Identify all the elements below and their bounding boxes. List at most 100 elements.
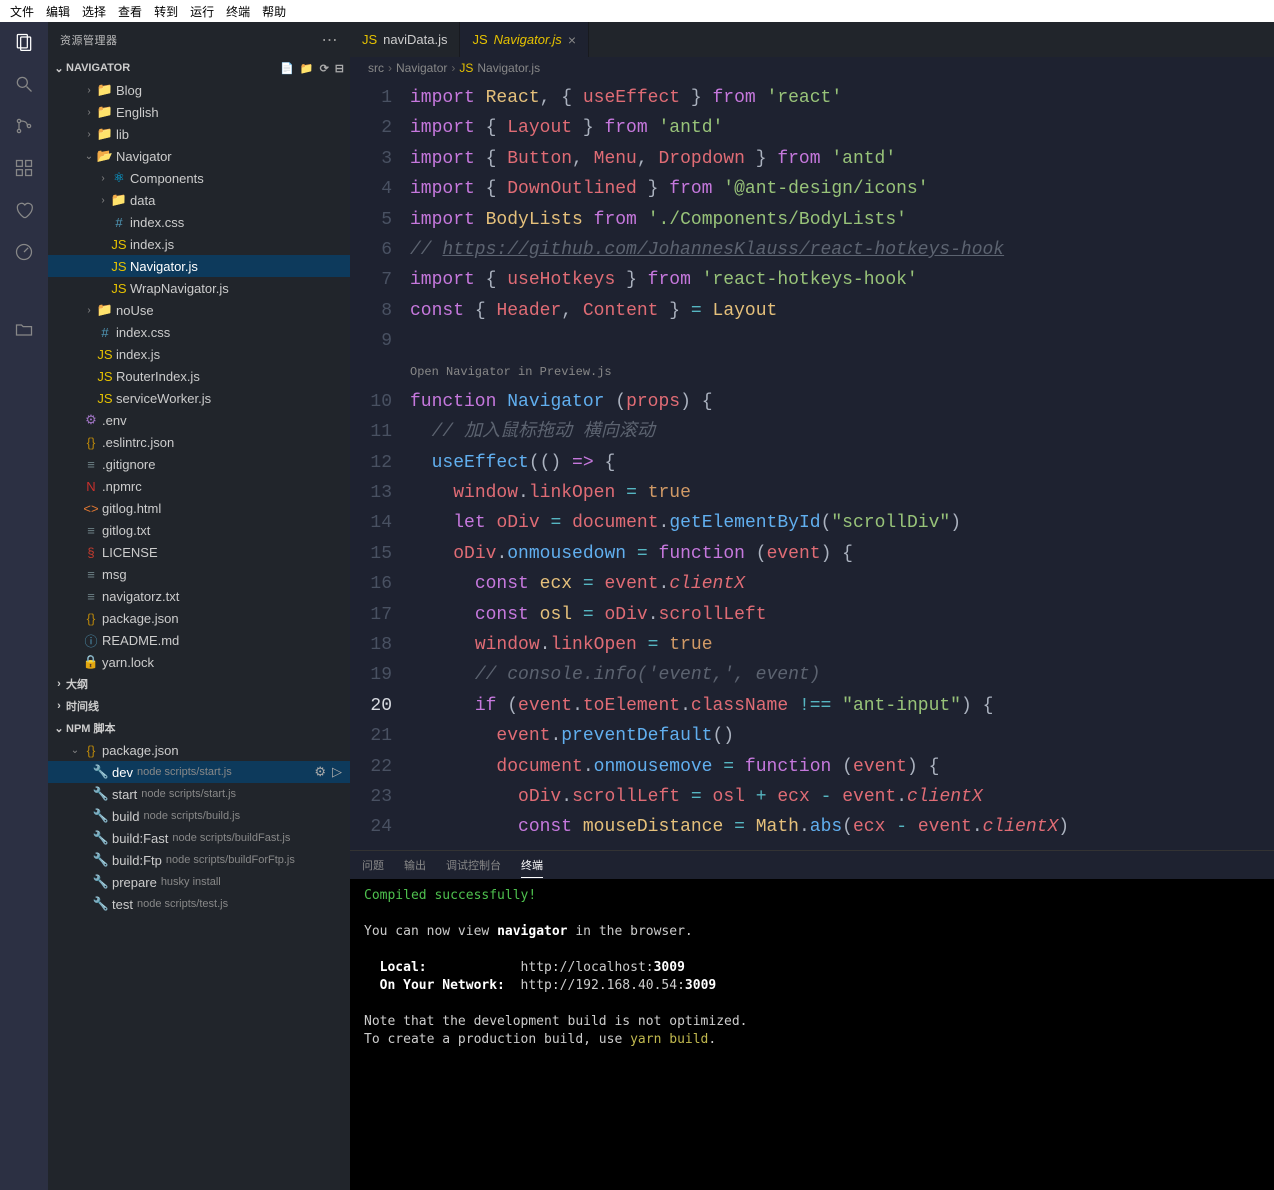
npm-script-item[interactable]: 🔧testnode scripts/test.js [48,893,350,915]
codelens-link[interactable]: Open Navigator in Preview.js [410,357,1274,387]
menu-help[interactable]: 帮助 [256,3,292,20]
npm-scripts-section[interactable]: ⌄NPM 脚本 [48,717,350,739]
folder-item[interactable]: ›📁Blog [48,79,350,101]
wrench-icon: 🔧 [92,808,110,824]
npm-script-item[interactable]: 🔧build:Fastnode scripts/buildFast.js [48,827,350,849]
panel-tab-problems[interactable]: 问题 [362,853,384,877]
heart-icon[interactable] [12,198,36,222]
tree-label: LICENSE [102,545,158,560]
npm-package-item[interactable]: ⌄{}package.json [48,739,350,761]
tree-label: Blog [116,83,142,98]
tree-label: index.js [130,237,174,252]
file-item[interactable]: {}.eslintrc.json [48,431,350,453]
file-item[interactable]: ≡gitlog.txt [48,519,350,541]
folder-item[interactable]: ›📁data [48,189,350,211]
js-icon: JS [110,259,128,274]
menu-goto[interactable]: 转到 [148,3,184,20]
file-item[interactable]: #index.css [48,321,350,343]
file-item[interactable]: {}package.json [48,607,350,629]
file-item[interactable]: JSRouterIndex.js [48,365,350,387]
wrench-icon: 🔧 [92,874,110,890]
npm-script-item[interactable]: 🔧startnode scripts/start.js [48,783,350,805]
npm-script-item[interactable]: 🔧devnode scripts/start.js⚙▷ [48,761,350,783]
terminal-output[interactable]: Compiled successfully! You can now view … [350,879,1274,1190]
close-icon[interactable]: × [568,32,576,48]
tree-label: data [130,193,155,208]
file-item[interactable]: ≡navigatorz.txt [48,585,350,607]
folder-item[interactable]: ⌄📂Navigator [48,145,350,167]
collapse-icon[interactable]: ⊟ [335,62,344,75]
menu-terminal[interactable]: 终端 [220,3,256,20]
npm-script-item[interactable]: 🔧buildnode scripts/build.js [48,805,350,827]
source-control-icon[interactable] [12,114,36,138]
panel-tab-debug[interactable]: 调试控制台 [446,853,501,877]
script-cmd: node scripts/test.js [137,898,228,910]
file-item[interactable]: JSserviceWorker.js [48,387,350,409]
folder-item[interactable]: ›📁noUse [48,299,350,321]
bottom-panel: 问题 输出 调试控制台 终端 Compiled successfully! Yo… [350,850,1274,1190]
tab-navigator[interactable]: JS Navigator.js × [460,22,589,57]
timeline-section[interactable]: ›时间线 [48,695,350,717]
code-content[interactable]: import React, { useEffect } from 'react'… [410,79,1274,850]
file-item[interactable]: ⓘREADME.md [48,629,350,651]
file-item[interactable]: ≡.gitignore [48,453,350,475]
panel-tab-terminal[interactable]: 终端 [521,853,543,878]
new-file-icon[interactable]: 📄 [280,62,294,75]
file-item[interactable]: JSindex.js [48,343,350,365]
panel-tab-output[interactable]: 输出 [404,853,426,877]
file-item[interactable]: ⚙.env [48,409,350,431]
more-icon[interactable]: ⋯ [322,30,339,50]
txt-icon: ≡ [82,457,100,472]
js-icon: JS [110,237,128,252]
file-item[interactable]: 🔒yarn.lock [48,651,350,673]
breadcrumb-item[interactable]: src [368,61,384,75]
breadcrumbs[interactable]: src› Navigator› JS Navigator.js [350,57,1274,79]
folder-icon: 📁 [96,82,114,98]
project-section[interactable]: ⌄ NAVIGATOR 📄 📁 ⟳ ⊟ [48,57,350,79]
menu-edit[interactable]: 编辑 [40,3,76,20]
tree-label: yarn.lock [102,655,154,670]
file-item[interactable]: JSNavigator.js [48,255,350,277]
file-item[interactable]: JSWrapNavigator.js [48,277,350,299]
css-icon: # [110,215,128,230]
dashboard-icon[interactable] [12,240,36,264]
refresh-icon[interactable]: ⟳ [320,62,329,75]
menu-file[interactable]: 文件 [4,3,40,20]
folder-icon[interactable] [12,318,36,342]
folder-item[interactable]: ›⚛Components [48,167,350,189]
tree-label: README.md [102,633,179,648]
file-item[interactable]: <>gitlog.html [48,497,350,519]
file-item[interactable]: JSindex.js [48,233,350,255]
run-icon[interactable]: ▷ [332,764,342,780]
menu-view[interactable]: 查看 [112,3,148,20]
folder-item[interactable]: ›📁lib [48,123,350,145]
file-item[interactable]: #index.css [48,211,350,233]
tree-label: index.css [130,215,184,230]
file-item[interactable]: N.npmrc [48,475,350,497]
tree-label: .npmrc [102,479,142,494]
extensions-icon[interactable] [12,156,36,180]
search-icon[interactable] [12,72,36,96]
npm-script-item[interactable]: 🔧preparehusky install [48,871,350,893]
code-editor[interactable]: 123456789101112131415161718192021222324 … [350,79,1274,850]
explorer-icon[interactable] [12,30,36,54]
file-item[interactable]: §LICENSE [48,541,350,563]
new-folder-icon[interactable]: 📁 [300,62,314,75]
breadcrumb-item[interactable]: Navigator.js [477,61,540,75]
folder-item[interactable]: ›📁English [48,101,350,123]
tree-label: RouterIndex.js [116,369,200,384]
menu-run[interactable]: 运行 [184,3,220,20]
file-item[interactable]: ≡msg [48,563,350,585]
npm-script-item[interactable]: 🔧build:Ftpnode scripts/buildForFtp.js [48,849,350,871]
tree-label: index.js [116,347,160,362]
debug-icon[interactable]: ⚙ [314,764,326,780]
outline-section[interactable]: ›大纲 [48,673,350,695]
project-name: NAVIGATOR [66,62,130,74]
editor-tabs: JS naviData.js JS Navigator.js × [350,22,1274,57]
breadcrumb-item[interactable]: Navigator [396,61,447,75]
txt-icon: ≡ [82,567,100,582]
tab-navidata[interactable]: JS naviData.js [350,22,460,57]
script-name: dev [112,765,133,780]
menu-select[interactable]: 选择 [76,3,112,20]
react-icon: ⚛ [110,170,128,186]
